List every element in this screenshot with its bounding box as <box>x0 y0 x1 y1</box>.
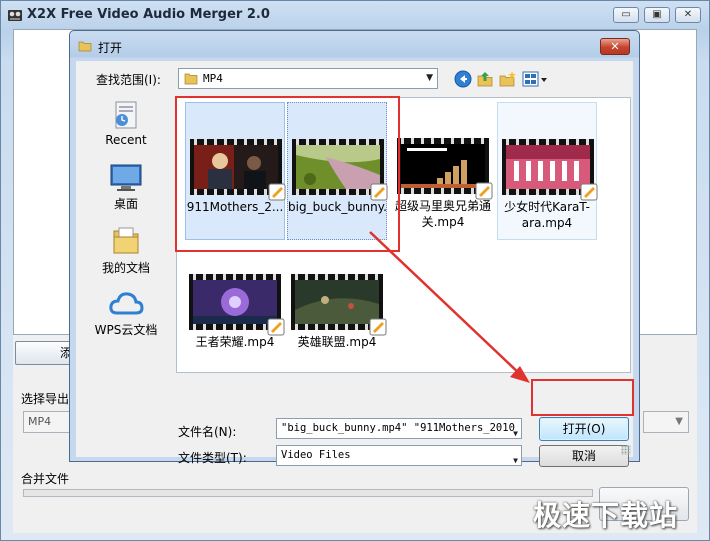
watermark: 极速下载站 <box>533 499 679 532</box>
annotation-arrow <box>369 231 530 383</box>
